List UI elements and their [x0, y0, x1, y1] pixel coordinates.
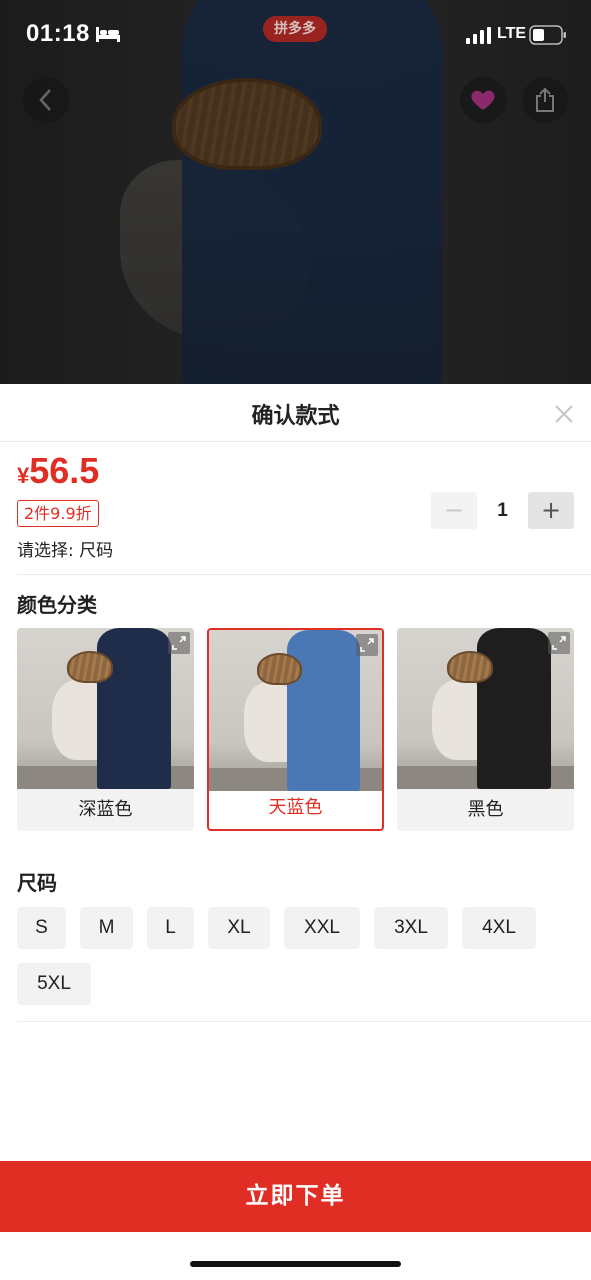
back-button[interactable] [23, 77, 69, 123]
expand-icon[interactable] [168, 632, 190, 654]
heart-icon [471, 90, 495, 110]
color-section-label: 颜色分类 [17, 593, 97, 617]
selection-hint: 请选择: 尺码 [17, 541, 114, 561]
home-indicator[interactable] [190, 1261, 401, 1267]
sheet-title: 确认款式 [251, 404, 340, 429]
favorite-button[interactable] [460, 77, 506, 123]
sheet-header: 确认款式 [0, 384, 591, 442]
share-icon [536, 87, 554, 112]
size-option-s[interactable]: S [17, 907, 66, 949]
close-icon[interactable] [552, 402, 576, 426]
price-value: 56.5 [29, 450, 100, 491]
thumb-dress [476, 628, 551, 789]
color-option-black[interactable]: 黑色 [397, 628, 574, 831]
battery-icon [529, 25, 566, 45]
status-time: 01:18 [26, 20, 90, 47]
quantity-increase-button[interactable]: + [528, 492, 574, 529]
size-option-4xl[interactable]: 4XL [462, 907, 536, 949]
thumb-bag [257, 652, 303, 685]
color-option-label: 深蓝色 [78, 799, 133, 820]
size-option-xl[interactable]: XL [208, 907, 270, 949]
color-thumbnail [209, 630, 382, 791]
network-type: LTE [497, 25, 527, 42]
color-thumbnail [397, 628, 574, 789]
share-button[interactable] [522, 77, 568, 123]
color-option-sky-blue[interactable]: 天蓝色 [207, 628, 384, 831]
thumb-bag [66, 650, 113, 683]
quantity-value: 1 [497, 500, 508, 521]
color-option-navy[interactable]: 深蓝色 [17, 628, 194, 831]
expand-icon[interactable] [356, 634, 378, 656]
thumb-dress [286, 630, 360, 791]
place-order-button[interactable]: 立即下单 [0, 1161, 591, 1232]
size-section-label: 尺码 [17, 871, 57, 895]
color-option-label: 天蓝色 [268, 797, 323, 818]
divider [17, 574, 591, 575]
quantity-stepper: − 1 + [431, 492, 574, 529]
size-option-xxl[interactable]: XXL [284, 907, 360, 949]
discount-badge: 2件9.9折 [17, 500, 99, 527]
price: ¥56.5 [17, 450, 99, 492]
color-thumbnail [17, 628, 194, 789]
app-brand-badge: 拼多多 [263, 16, 327, 42]
quantity-decrease-button[interactable]: − [431, 492, 477, 529]
chevron-left-icon [39, 89, 51, 111]
sleep-bed-icon [96, 27, 120, 42]
cell-signal-icon [466, 27, 491, 44]
sku-selection-sheet: 确认款式 ¥56.5 2件9.9折 请选择: 尺码 − 1 + 颜色分类 深蓝色 [0, 384, 591, 1280]
divider [17, 1021, 591, 1022]
price-currency: ¥ [17, 463, 30, 488]
size-option-3xl[interactable]: 3XL [374, 907, 448, 949]
color-option-label: 黑色 [467, 799, 504, 820]
thumb-bag [446, 650, 493, 683]
size-option-5xl[interactable]: 5XL [17, 963, 91, 1005]
size-option-l[interactable]: L [147, 907, 194, 949]
size-option-m[interactable]: M [80, 907, 133, 949]
thumb-dress [96, 628, 171, 789]
expand-icon[interactable] [548, 632, 570, 654]
